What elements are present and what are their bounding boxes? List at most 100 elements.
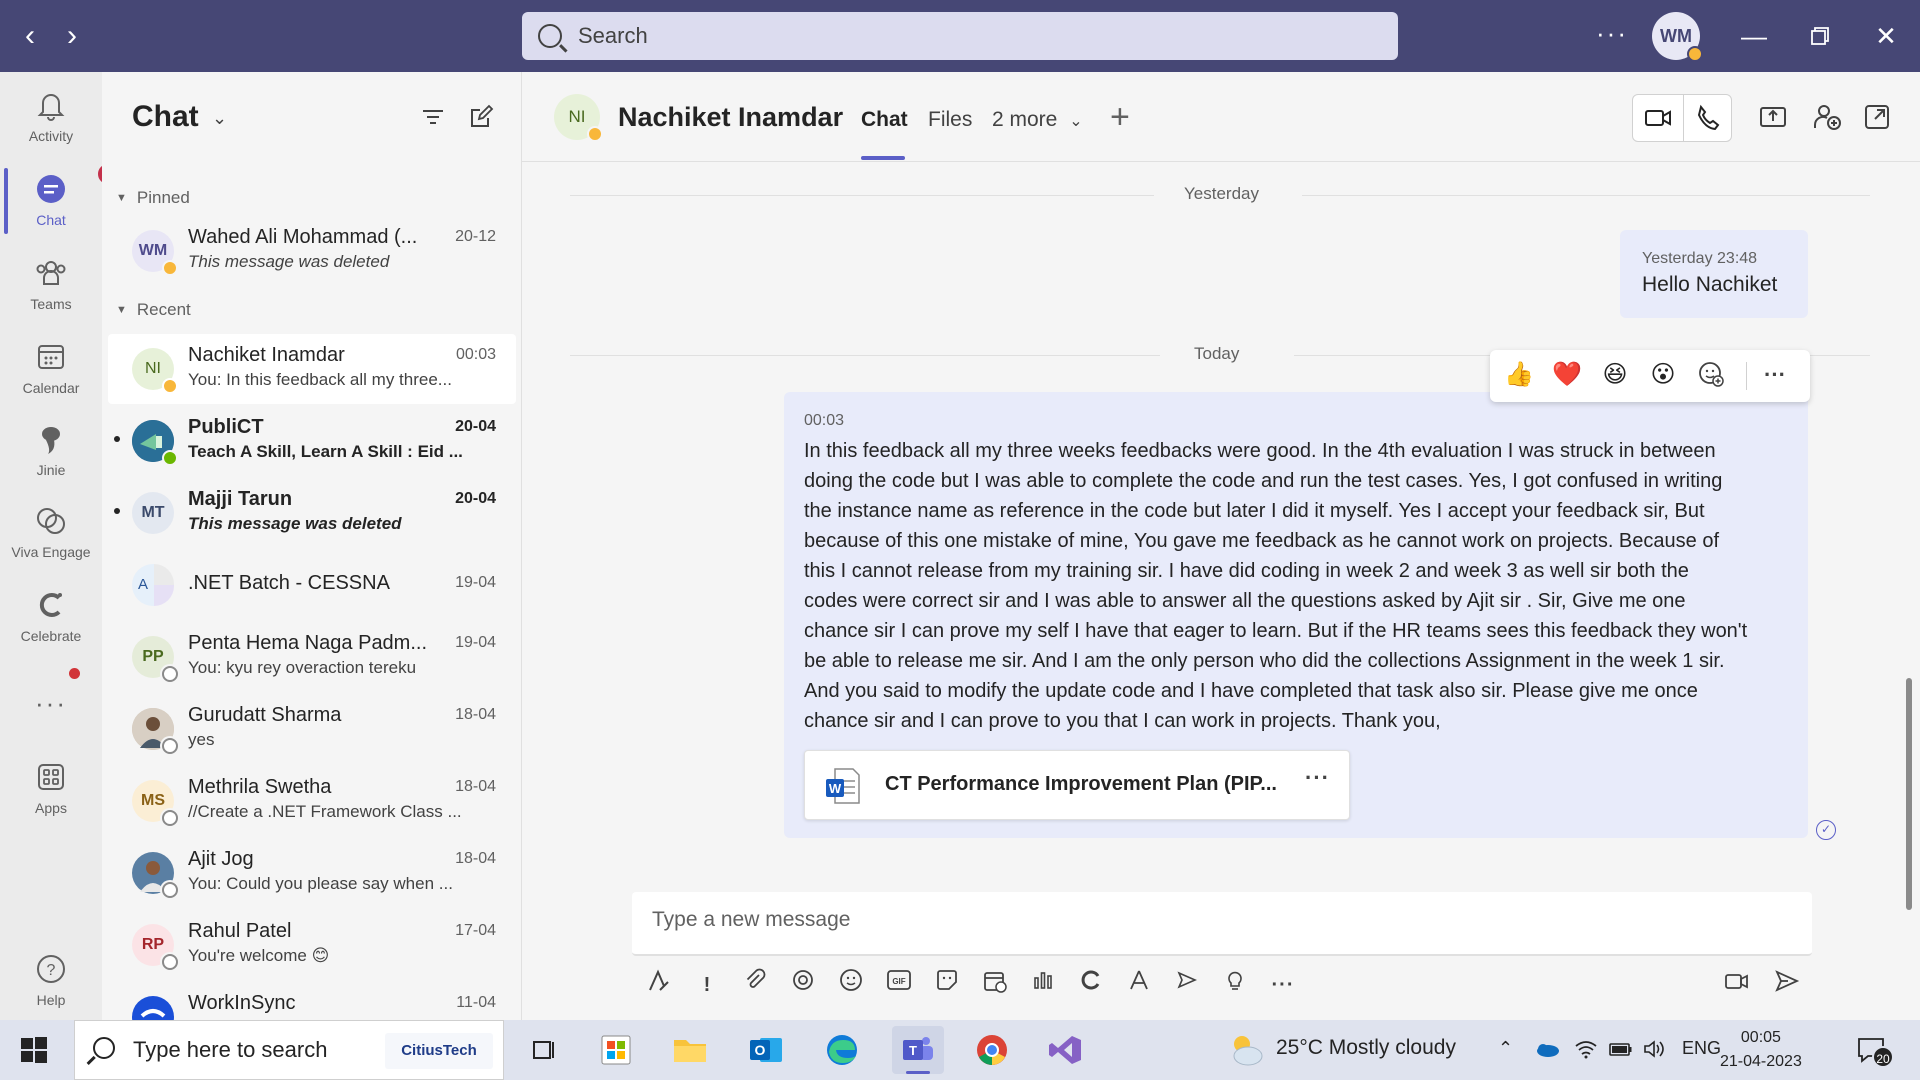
message-bubble[interactable]: Yesterday 23:48 Hello Nachiket (1620, 230, 1808, 318)
onedrive-icon[interactable] (1534, 1038, 1560, 1065)
format-icon[interactable] (642, 968, 676, 1002)
file-explorer-icon[interactable] (664, 1026, 716, 1074)
video-clip-icon[interactable] (1720, 968, 1754, 1002)
attach-icon[interactable] (738, 968, 772, 1002)
rail-item-apps[interactable]: Apps (0, 760, 102, 816)
chat-item-gurudatt[interactable]: Gurudatt Sharma 18-04 yes (108, 694, 516, 764)
lightbulb-icon[interactable] (1218, 968, 1252, 1002)
section-recent[interactable]: ▼ Recent (116, 300, 191, 320)
notification-center-icon[interactable]: 20 (1856, 1036, 1894, 1068)
acrobat-icon[interactable] (1122, 968, 1156, 1002)
add-reaction-icon[interactable] (1696, 360, 1726, 390)
heart-reaction-icon[interactable]: ❤️ (1552, 360, 1582, 390)
volume-icon[interactable] (1642, 1038, 1668, 1065)
add-tab-icon[interactable]: + (1110, 98, 1130, 137)
new-chat-icon[interactable] (468, 104, 494, 130)
more-tools-icon[interactable]: ··· (1266, 968, 1300, 1002)
chat-item-rahul[interactable]: RP Rahul Patel 17-04 You're welcome 😊 (108, 910, 516, 980)
file-attachment[interactable]: W CT Performance Improvement Plan (PIP..… (804, 750, 1350, 820)
citiustech-logo[interactable]: CitiusTech (385, 1033, 493, 1069)
rail-more-icon[interactable]: ··· (0, 688, 102, 719)
message-body: In this feedback all my three weeks feed… (804, 436, 1794, 736)
schedule-meeting-icon[interactable] (978, 968, 1012, 1002)
tab-chat[interactable]: Chat (861, 108, 908, 132)
important-icon[interactable]: ! (690, 968, 724, 1002)
more-actions-icon[interactable]: ··· (1760, 360, 1790, 390)
wifi-icon[interactable] (1574, 1038, 1598, 1065)
chat-item-net-batch[interactable]: A .NET Batch - CESSNA 19-04 (108, 550, 516, 620)
emoji-icon[interactable] (834, 968, 868, 1002)
loop-icon[interactable] (786, 968, 820, 1002)
poll-icon[interactable] (1026, 968, 1060, 1002)
video-call-icon[interactable] (1643, 103, 1673, 133)
laugh-reaction-icon[interactable]: 😆 (1600, 360, 1630, 390)
outlook-icon[interactable]: O (740, 1026, 792, 1074)
add-people-icon[interactable] (1812, 102, 1842, 132)
taskbar-search-input[interactable] (133, 1037, 383, 1063)
language-indicator[interactable]: ENG (1682, 1038, 1721, 1059)
weather-cloudy-icon[interactable] (1224, 1030, 1266, 1070)
chat-item-wahed[interactable]: WM Wahed Ali Mohammad (... 20-12 This me… (108, 216, 516, 286)
rail-item-celebrate[interactable]: Celebrate (0, 588, 102, 644)
rail-item-viva-engage[interactable]: Viva Engage (0, 504, 102, 560)
search-box[interactable] (522, 12, 1398, 60)
avatar-initials: A (132, 564, 154, 606)
sticker-icon[interactable] (930, 968, 964, 1002)
tab-more[interactable]: 2 more ⌄ (992, 108, 1083, 132)
tab-files[interactable]: Files (928, 108, 972, 132)
rail-item-calendar[interactable]: Calendar (0, 340, 102, 396)
chat-item-nachiket[interactable]: NI Nachiket Inamdar 00:03 You: In this f… (108, 334, 516, 404)
rail-item-jinie[interactable]: Jinie (0, 422, 102, 478)
pop-out-icon[interactable] (1862, 102, 1892, 132)
forward-arrow-icon[interactable]: › (54, 18, 90, 54)
windows-start-icon[interactable] (20, 1036, 48, 1064)
chevron-down-icon[interactable]: ⌄ (212, 108, 227, 129)
system-clock[interactable]: 00:05 21-04-2023 (1720, 1026, 1802, 1074)
scrollbar[interactable] (1906, 678, 1912, 910)
section-pinned[interactable]: ▼ Pinned (116, 188, 190, 208)
praise-icon[interactable] (1074, 968, 1108, 1002)
more-options-icon[interactable]: ··· (1596, 18, 1628, 49)
search-input[interactable] (578, 23, 1378, 49)
audio-call-icon[interactable] (1693, 103, 1723, 133)
minimize-icon[interactable]: — (1734, 16, 1774, 56)
file-more-options-icon[interactable]: ··· (1305, 765, 1330, 791)
show-hidden-icons-icon[interactable]: ⌃ (1498, 1038, 1513, 1059)
date-separator: Yesterday (570, 184, 1870, 204)
user-avatar[interactable]: WM (1652, 12, 1703, 62)
avatar-initials: NI (145, 360, 161, 377)
teams-taskbar-icon[interactable]: T (892, 1026, 944, 1074)
restore-icon[interactable] (1800, 16, 1840, 56)
chat-item-penta[interactable]: PP Penta Hema Naga Padm... 19-04 You: ky… (108, 622, 516, 692)
close-icon[interactable]: ✕ (1866, 16, 1906, 56)
filter-icon[interactable] (420, 104, 446, 130)
forward-icon[interactable] (1170, 968, 1204, 1002)
edge-icon[interactable] (816, 1026, 868, 1074)
chrome-icon[interactable] (966, 1026, 1018, 1074)
chat-item-ajit[interactable]: Ajit Jog 18-04 You: Could you please say… (108, 838, 516, 908)
chat-item-majji[interactable]: MT Majji Tarun 20-04 This message was de… (108, 478, 516, 548)
visual-studio-icon[interactable] (1040, 1026, 1092, 1074)
task-view-icon[interactable] (518, 1026, 570, 1074)
rail-item-help[interactable]: ? Help (0, 952, 102, 1008)
message-composer[interactable] (632, 892, 1812, 956)
message-bubble[interactable]: 00:03 In this feedback all my three week… (784, 392, 1808, 838)
gif-icon[interactable]: GIF (882, 968, 916, 1002)
rail-item-teams[interactable]: Teams (0, 256, 102, 312)
message-input[interactable] (652, 908, 1752, 932)
contact-avatar[interactable]: NI (554, 94, 603, 142)
taskbar-search[interactable]: CitiusTech (74, 1020, 504, 1080)
share-screen-icon[interactable] (1758, 102, 1788, 132)
microsoft-store-icon[interactable] (590, 1026, 642, 1074)
back-arrow-icon[interactable]: ‹ (12, 18, 48, 54)
chat-item-workinsync[interactable]: WorkInSync 11-04 (108, 982, 516, 1020)
weather-text[interactable]: 25°C Mostly cloudy (1276, 1036, 1456, 1060)
surprised-reaction-icon[interactable]: 😮 (1648, 360, 1678, 390)
chat-item-methrila[interactable]: MS Methrila Swetha 18-04 //Create a .NET… (108, 766, 516, 836)
like-reaction-icon[interactable]: 👍 (1504, 360, 1534, 390)
rail-item-chat[interactable]: 2 Chat (0, 162, 120, 234)
send-icon[interactable] (1770, 968, 1804, 1002)
chat-item-publict[interactable]: PubliCT 20-04 Teach A Skill, Learn A Ski… (108, 406, 516, 476)
rail-item-activity[interactable]: Activity (0, 88, 102, 144)
battery-icon[interactable] (1608, 1038, 1634, 1065)
